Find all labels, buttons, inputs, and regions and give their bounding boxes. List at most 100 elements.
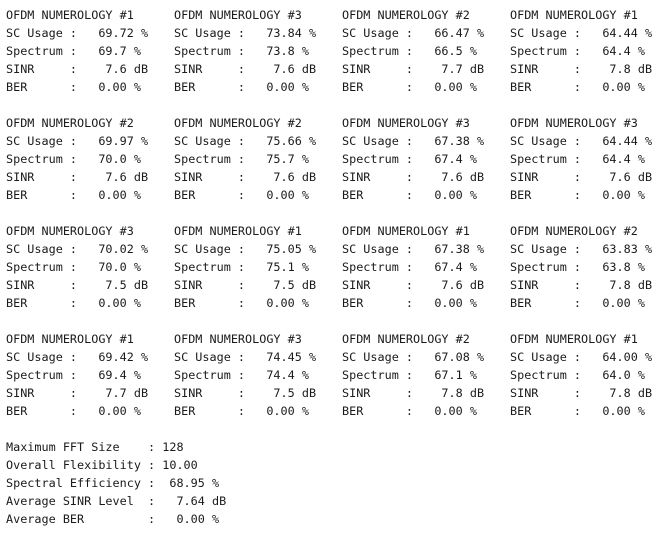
numerology-block: OFDM NUMEROLOGY #1 SC Usage : 64.44 % Spec…: [510, 6, 656, 96]
numerology-block: OFDM NUMEROLOGY #1 SC Usage : 69.42 % Spec…: [6, 330, 174, 420]
spectrum-line: Spectrum : 64.4 %: [510, 44, 645, 58]
ber-line: BER : 0.00 %: [510, 188, 645, 202]
spectrum-line: Spectrum : 73.8 %: [174, 44, 309, 58]
spectrum-line: Spectrum : 64.0 %: [510, 368, 645, 382]
ber-line: BER : 0.00 %: [174, 80, 309, 94]
sinr-line: SINR : 7.6 dB: [174, 62, 317, 76]
ber-line: BER : 0.00 %: [342, 404, 477, 418]
summary-line: Overall Flexibility : 10.00: [6, 458, 198, 472]
sinr-line: SINR : 7.6 dB: [6, 170, 149, 184]
ber-line: BER : 0.00 %: [174, 296, 309, 310]
summary-section: Maximum FFT Size : 128 Overall Flexibilit…: [6, 438, 656, 528]
numerology-title: OFDM NUMEROLOGY #3: [174, 332, 302, 346]
sc-usage-line: SC Usage : 67.38 %: [342, 134, 485, 148]
ber-line: BER : 0.00 %: [6, 80, 141, 94]
sc-usage-line: SC Usage : 73.84 %: [174, 26, 317, 40]
numerology-block: OFDM NUMEROLOGY #2 SC Usage : 66.47 % Spec…: [342, 6, 510, 96]
sc-usage-line: SC Usage : 75.05 %: [174, 242, 317, 256]
spectrum-line: Spectrum : 75.7 %: [174, 152, 309, 166]
console-output: OFDM NUMEROLOGY #1 SC Usage : 69.72 % Spec…: [6, 6, 656, 528]
sc-usage-line: SC Usage : 70.02 %: [6, 242, 149, 256]
ber-line: BER : 0.00 %: [342, 296, 477, 310]
numerology-title: OFDM NUMEROLOGY #2: [510, 224, 638, 238]
sinr-line: SINR : 7.5 dB: [174, 278, 317, 292]
ber-line: BER : 0.00 %: [342, 188, 477, 202]
sinr-line: SINR : 7.8 dB: [342, 386, 485, 400]
sinr-line: SINR : 7.8 dB: [510, 386, 653, 400]
numerology-block: OFDM NUMEROLOGY #2 SC Usage : 63.83 % Spec…: [510, 222, 656, 312]
spectrum-line: Spectrum : 66.5 %: [342, 44, 477, 58]
ber-line: BER : 0.00 %: [510, 80, 645, 94]
spectrum-line: Spectrum : 69.4 %: [6, 368, 141, 382]
numerology-title: OFDM NUMEROLOGY #3: [174, 8, 302, 22]
numerology-title: OFDM NUMEROLOGY #3: [510, 116, 638, 130]
sc-usage-line: SC Usage : 75.66 %: [174, 134, 317, 148]
sc-usage-line: SC Usage : 69.72 %: [6, 26, 149, 40]
sinr-line: SINR : 7.6 dB: [342, 278, 485, 292]
numerology-block: OFDM NUMEROLOGY #2 SC Usage : 75.66 % Spec…: [174, 114, 342, 204]
sinr-line: SINR : 7.7 dB: [342, 62, 485, 76]
numerology-title: OFDM NUMEROLOGY #1: [6, 332, 134, 346]
spectrum-line: Spectrum : 70.0 %: [6, 260, 141, 274]
numerology-grid: OFDM NUMEROLOGY #1 SC Usage : 69.72 % Spec…: [6, 6, 656, 420]
spectrum-line: Spectrum : 75.1 %: [174, 260, 309, 274]
numerology-title: OFDM NUMEROLOGY #1: [342, 224, 470, 238]
sinr-line: SINR : 7.7 dB: [6, 386, 149, 400]
numerology-block: OFDM NUMEROLOGY #1 SC Usage : 67.38 % Spec…: [342, 222, 510, 312]
sc-usage-line: SC Usage : 69.97 %: [6, 134, 149, 148]
ber-line: BER : 0.00 %: [6, 404, 141, 418]
numerology-block: OFDM NUMEROLOGY #3 SC Usage : 70.02 % Spec…: [6, 222, 174, 312]
numerology-block: OFDM NUMEROLOGY #2 SC Usage : 69.97 % Spec…: [6, 114, 174, 204]
sinr-line: SINR : 7.6 dB: [342, 170, 485, 184]
sc-usage-line: SC Usage : 67.38 %: [342, 242, 485, 256]
numerology-block: OFDM NUMEROLOGY #1 SC Usage : 75.05 % Spec…: [174, 222, 342, 312]
ber-line: BER : 0.00 %: [342, 80, 477, 94]
numerology-block: OFDM NUMEROLOGY #2 SC Usage : 67.08 % Spec…: [342, 330, 510, 420]
numerology-block: OFDM NUMEROLOGY #3 SC Usage : 74.45 % Spec…: [174, 330, 342, 420]
numerology-block: OFDM NUMEROLOGY #3 SC Usage : 64.44 % Spec…: [510, 114, 656, 204]
numerology-title: OFDM NUMEROLOGY #1: [6, 8, 134, 22]
sc-usage-line: SC Usage : 63.83 %: [510, 242, 653, 256]
sc-usage-line: SC Usage : 64.00 %: [510, 350, 653, 364]
sinr-line: SINR : 7.8 dB: [510, 278, 653, 292]
sinr-line: SINR : 7.6 dB: [510, 170, 653, 184]
sc-usage-line: SC Usage : 64.44 %: [510, 26, 653, 40]
ber-line: BER : 0.00 %: [174, 188, 309, 202]
sc-usage-line: SC Usage : 69.42 %: [6, 350, 149, 364]
numerology-block: OFDM NUMEROLOGY #1 SC Usage : 64.00 % Spec…: [510, 330, 656, 420]
numerology-block: OFDM NUMEROLOGY #1 SC Usage : 69.72 % Spec…: [6, 6, 174, 96]
sc-usage-line: SC Usage : 64.44 %: [510, 134, 653, 148]
numerology-block: OFDM NUMEROLOGY #3 SC Usage : 73.84 % Spec…: [174, 6, 342, 96]
spectrum-line: Spectrum : 64.4 %: [510, 152, 645, 166]
sinr-line: SINR : 7.5 dB: [174, 386, 317, 400]
numerology-title: OFDM NUMEROLOGY #2: [6, 116, 134, 130]
ber-line: BER : 0.00 %: [510, 404, 645, 418]
spectrum-line: Spectrum : 67.1 %: [342, 368, 477, 382]
sc-usage-line: SC Usage : 67.08 %: [342, 350, 485, 364]
numerology-block: OFDM NUMEROLOGY #3 SC Usage : 67.38 % Spec…: [342, 114, 510, 204]
numerology-title: OFDM NUMEROLOGY #2: [342, 8, 470, 22]
sinr-line: SINR : 7.5 dB: [6, 278, 149, 292]
sc-usage-line: SC Usage : 66.47 %: [342, 26, 485, 40]
ber-line: BER : 0.00 %: [510, 296, 645, 310]
numerology-title: OFDM NUMEROLOGY #1: [174, 224, 302, 238]
ber-line: BER : 0.00 %: [174, 404, 309, 418]
summary-line: Spectral Efficiency : 68.95 %: [6, 476, 220, 490]
sinr-line: SINR : 7.6 dB: [6, 62, 149, 76]
spectrum-line: Spectrum : 70.0 %: [6, 152, 141, 166]
numerology-title: OFDM NUMEROLOGY #2: [174, 116, 302, 130]
sc-usage-line: SC Usage : 74.45 %: [174, 350, 317, 364]
summary-line: Average SINR Level : 7.64 dB: [6, 494, 227, 508]
summary-line: Maximum FFT Size : 128: [6, 440, 184, 454]
numerology-title: OFDM NUMEROLOGY #3: [342, 116, 470, 130]
spectrum-line: Spectrum : 74.4 %: [174, 368, 309, 382]
summary-line: Average BER : 0.00 %: [6, 512, 220, 526]
spectrum-line: Spectrum : 67.4 %: [342, 260, 477, 274]
numerology-title: OFDM NUMEROLOGY #2: [342, 332, 470, 346]
sinr-line: SINR : 7.6 dB: [174, 170, 317, 184]
spectrum-line: Spectrum : 63.8 %: [510, 260, 645, 274]
ber-line: BER : 0.00 %: [6, 188, 141, 202]
numerology-title: OFDM NUMEROLOGY #1: [510, 332, 638, 346]
spectrum-line: Spectrum : 69.7 %: [6, 44, 141, 58]
numerology-title: OFDM NUMEROLOGY #3: [6, 224, 134, 238]
